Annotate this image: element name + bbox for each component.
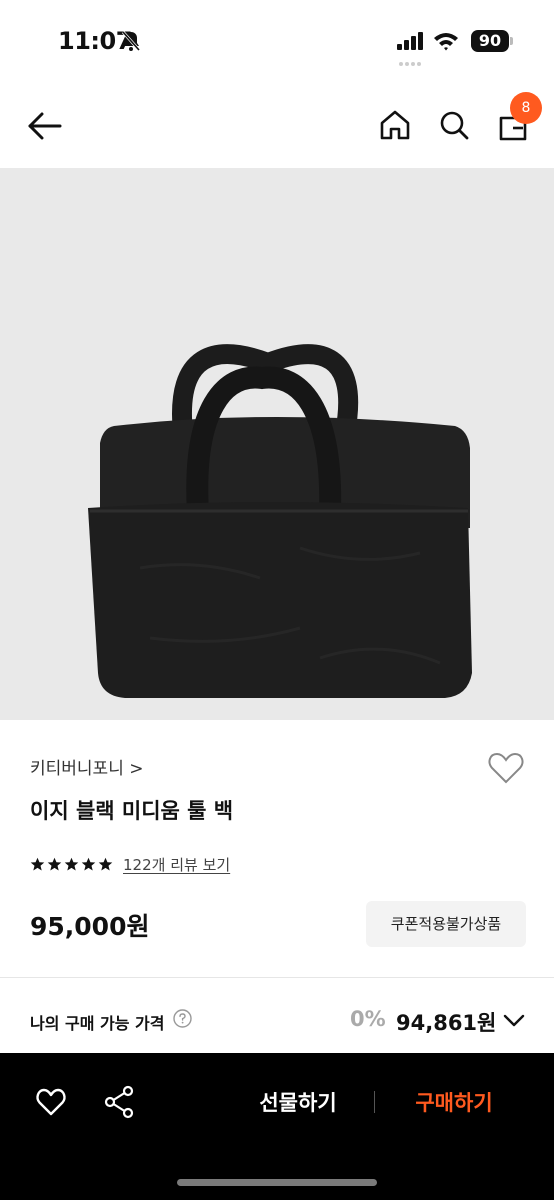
bell-slash-icon: [121, 31, 141, 51]
chevron-down-icon[interactable]: [502, 1012, 526, 1030]
gift-button[interactable]: 선물하기: [236, 1085, 360, 1121]
tote-bag-image: [88, 344, 472, 698]
my-price-label: 나의 구매 가능 가격: [30, 1014, 165, 1033]
home-indicator[interactable]: [177, 1179, 377, 1186]
divider: [374, 1091, 375, 1113]
signal-icon: [397, 32, 423, 50]
product-title: 이지 블랙 미디움 툴 백: [30, 799, 234, 823]
brand-link[interactable]: 키티버니포니 >: [30, 754, 144, 779]
cart-count-badge[interactable]: 8: [510, 92, 542, 124]
divider: [0, 977, 554, 978]
my-price-value: 94,861원: [396, 1011, 497, 1035]
battery-cap: [510, 37, 513, 45]
buy-button[interactable]: 구매하기: [392, 1085, 516, 1121]
discount-rate: 0%: [350, 1007, 386, 1031]
heart-icon[interactable]: [486, 748, 526, 788]
nav-bar: 8: [0, 84, 554, 168]
share-icon[interactable]: [103, 1085, 135, 1119]
heart-icon[interactable]: [35, 1087, 67, 1117]
review-link[interactable]: 122개 리뷰 보기: [123, 854, 230, 875]
page-indicator: [399, 51, 423, 66]
star-icon: [81, 857, 96, 870]
product-price: 95,000원: [30, 912, 150, 941]
star-icon: [47, 857, 62, 870]
home-icon[interactable]: [378, 108, 412, 142]
status-bar: 11:07 90: [0, 0, 554, 84]
star-icon: [30, 857, 45, 870]
rating-stars: [30, 857, 113, 872]
help-icon[interactable]: [173, 1009, 192, 1028]
rating-row: 122개 리뷰 보기: [30, 853, 230, 875]
wifi-icon: [434, 33, 458, 51]
battery-icon: 90: [471, 30, 509, 52]
search-icon[interactable]: [437, 108, 471, 142]
bottom-action-bar: 선물하기 구매하기: [0, 1053, 554, 1200]
back-arrow-icon[interactable]: [26, 108, 66, 144]
star-icon: [64, 857, 79, 870]
coupon-badge: 쿠폰적용불가상품: [366, 901, 526, 947]
star-icon: [98, 857, 113, 870]
product-image[interactable]: [0, 168, 554, 720]
